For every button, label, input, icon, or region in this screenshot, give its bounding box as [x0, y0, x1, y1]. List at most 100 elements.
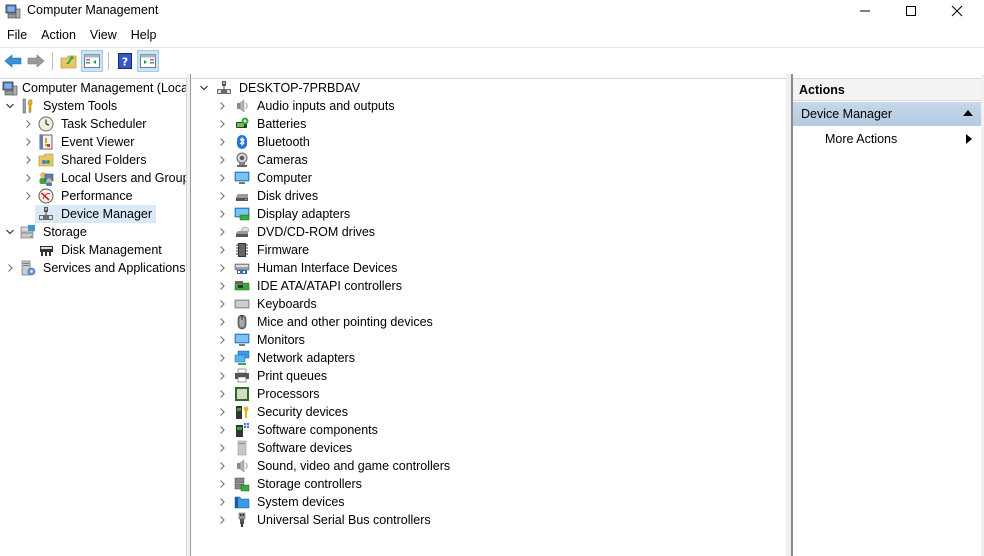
- display-adapter-icon: [234, 206, 250, 222]
- device-category-label: Print queues: [257, 369, 328, 383]
- right-pane-splitter[interactable]: [786, 74, 793, 556]
- chevron-right-icon[interactable]: [215, 403, 229, 421]
- tree-item-performance[interactable]: Performance: [21, 187, 135, 205]
- chevron-right-icon[interactable]: [215, 475, 229, 493]
- chevron-right-icon[interactable]: [215, 97, 229, 115]
- menu-file[interactable]: File: [0, 26, 34, 46]
- device-category-keyboards[interactable]: Keyboards: [215, 295, 319, 313]
- device-category-batteries[interactable]: Batteries: [215, 115, 308, 133]
- collapse-up-icon[interactable]: [963, 110, 973, 116]
- device-category-dvd-cd-rom-drives[interactable]: DVD/CD-ROM drives: [215, 223, 377, 241]
- chevron-right-icon[interactable]: [215, 493, 229, 511]
- device-category-display-adapters[interactable]: Display adapters: [215, 205, 352, 223]
- chevron-right-icon[interactable]: [21, 133, 35, 151]
- tree-label: Device Manager: [61, 207, 153, 221]
- device-category-computer[interactable]: Computer: [215, 169, 314, 187]
- maximize-button[interactable]: [888, 0, 934, 22]
- chevron-right-icon[interactable]: [215, 331, 229, 349]
- device-category-universal-serial-bus-controllers[interactable]: Universal Serial Bus controllers: [215, 511, 433, 529]
- tree-item-task-scheduler[interactable]: Task Scheduler: [21, 115, 148, 133]
- device-category-software-devices[interactable]: Software devices: [215, 439, 354, 457]
- chevron-right-icon[interactable]: [215, 385, 229, 403]
- device-category-bluetooth[interactable]: Bluetooth: [215, 133, 312, 151]
- chevron-down-icon[interactable]: [3, 97, 17, 115]
- forward-button[interactable]: [25, 50, 47, 72]
- chevron-right-icon[interactable]: [215, 241, 229, 259]
- device-category-human-interface-devices[interactable]: Human Interface Devices: [215, 259, 399, 277]
- device-category-print-queues[interactable]: Print queues: [215, 367, 329, 385]
- mouse-icon: [234, 314, 250, 330]
- device-category-audio-inputs-and-outputs[interactable]: Audio inputs and outputs: [215, 97, 397, 115]
- device-category-ide-ata-atapi-controllers[interactable]: IDE ATA/ATAPI controllers: [215, 277, 404, 295]
- chevron-right-icon[interactable]: [215, 277, 229, 295]
- tree-root-computer-management[interactable]: Computer Management (Local: [2, 79, 186, 97]
- menu-action[interactable]: Action: [34, 26, 83, 46]
- chevron-right-icon[interactable]: [215, 349, 229, 367]
- chevron-right-icon[interactable]: [215, 259, 229, 277]
- tree-item-storage[interactable]: Storage: [3, 223, 89, 241]
- tree-item-device-manager[interactable]: Device Manager: [35, 205, 157, 223]
- chevron-right-icon[interactable]: [215, 421, 229, 439]
- device-category-label: Firmware: [257, 243, 310, 257]
- chevron-down-icon[interactable]: [197, 79, 211, 97]
- chevron-right-icon[interactable]: [21, 115, 35, 133]
- chevron-right-icon[interactable]: [215, 187, 229, 205]
- tree-item-local-users-and-groups[interactable]: Local Users and Groups: [21, 169, 186, 187]
- clock-icon: [38, 116, 54, 132]
- show-hide-action-pane-button[interactable]: [137, 49, 159, 72]
- device-category-security-devices[interactable]: Security devices: [215, 403, 350, 421]
- chevron-right-icon[interactable]: [215, 367, 229, 385]
- device-category-system-devices[interactable]: System devices: [215, 493, 347, 511]
- chevron-right-icon[interactable]: [215, 115, 229, 133]
- usb-icon: [234, 512, 250, 528]
- actions-pane: Actions Device Manager More Actions: [793, 78, 981, 556]
- chevron-right-icon[interactable]: [21, 187, 35, 205]
- chevron-right-icon[interactable]: [215, 313, 229, 331]
- device-category-processors[interactable]: Processors: [215, 385, 322, 403]
- device-category-disk-drives[interactable]: Disk drives: [215, 187, 320, 205]
- tree-item-shared-folders[interactable]: Shared Folders: [21, 151, 148, 169]
- printer-icon: [234, 368, 250, 384]
- device-category-software-components[interactable]: Software components: [215, 421, 380, 439]
- actions-section-device-manager[interactable]: Device Manager: [793, 102, 981, 126]
- chevron-right-icon[interactable]: [215, 133, 229, 151]
- show-hide-console-tree-button[interactable]: [81, 49, 103, 72]
- chevron-right-icon[interactable]: [215, 151, 229, 169]
- device-category-network-adapters[interactable]: Network adapters: [215, 349, 357, 367]
- device-tree-root[interactable]: DESKTOP-7PRBDAV: [197, 79, 362, 97]
- help-button[interactable]: ?: [114, 50, 136, 72]
- device-category-label: Disk drives: [257, 189, 319, 203]
- tree-item-system-tools[interactable]: System Tools: [3, 97, 119, 115]
- event-viewer-icon: [38, 134, 54, 150]
- title-bar: Computer Management: [0, 0, 984, 22]
- submenu-arrow-icon: [966, 134, 972, 144]
- device-category-firmware[interactable]: Firmware: [215, 241, 311, 259]
- up-one-level-button[interactable]: [58, 50, 80, 72]
- chevron-right-icon[interactable]: [215, 295, 229, 313]
- menu-view[interactable]: View: [83, 26, 124, 46]
- chevron-right-icon[interactable]: [215, 223, 229, 241]
- chevron-right-icon[interactable]: [215, 457, 229, 475]
- tree-item-event-viewer[interactable]: Event Viewer: [21, 133, 136, 151]
- minimize-button[interactable]: [842, 0, 888, 22]
- device-category-cameras[interactable]: Cameras: [215, 151, 310, 169]
- toolbar-separator: [52, 51, 53, 70]
- back-button[interactable]: [2, 50, 24, 72]
- chevron-right-icon[interactable]: [3, 259, 17, 277]
- device-category-mice-and-other-pointing-devices[interactable]: Mice and other pointing devices: [215, 313, 435, 331]
- close-button[interactable]: [934, 0, 980, 22]
- menu-help[interactable]: Help: [124, 26, 164, 46]
- device-category-storage-controllers[interactable]: Storage controllers: [215, 475, 364, 493]
- more-actions-item[interactable]: More Actions: [793, 129, 981, 149]
- device-category-sound-video-and-game-controllers[interactable]: Sound, video and game controllers: [215, 457, 452, 475]
- chevron-right-icon[interactable]: [21, 169, 35, 187]
- chevron-right-icon[interactable]: [21, 151, 35, 169]
- chevron-right-icon[interactable]: [215, 205, 229, 223]
- tree-item-services-and-applications[interactable]: Services and Applications: [3, 259, 186, 277]
- chevron-right-icon[interactable]: [215, 511, 229, 529]
- chevron-right-icon[interactable]: [215, 439, 229, 457]
- tree-item-disk-management[interactable]: Disk Management: [35, 241, 164, 259]
- device-category-monitors[interactable]: Monitors: [215, 331, 307, 349]
- chevron-down-icon[interactable]: [3, 223, 17, 241]
- chevron-right-icon[interactable]: [215, 169, 229, 187]
